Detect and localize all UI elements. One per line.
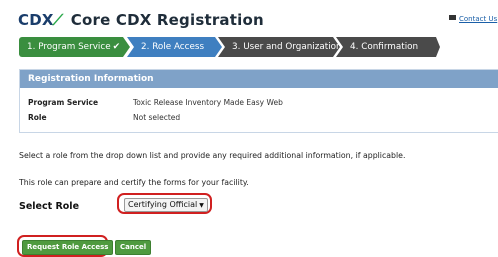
step-label: 3. User and Organization [232,42,342,52]
page-title: Core CDX Registration [70,11,264,29]
checkmark-icon: ✔ [112,42,121,52]
cancel-button[interactable]: Cancel [115,240,152,255]
step-user-organization: 3. User and Organization [218,37,340,57]
app-title: CDX⟋ Core CDX Registration [18,11,264,29]
step-program-service: 1. Program Service ✔ [19,37,130,57]
role-description: This role can prepare and certify the fo… [19,178,249,187]
request-role-access-button[interactable]: Request Role Access [22,240,114,255]
logo-swoosh-icon: ⟋ [52,11,64,29]
program-service-label: Program Service [28,98,99,107]
envelope-icon [449,15,456,20]
step-role-access: 2. Role Access [127,37,222,57]
step-confirmation: 4. Confirmation [336,37,440,57]
step-label: 4. Confirmation [350,42,419,52]
role-select[interactable]: Certifying Official ▼ [124,198,208,212]
registration-info-panel: Registration Information Program Service… [19,69,498,133]
dropdown-caret-icon: ▼ [199,202,204,209]
select-role-label: Select Role [19,201,80,212]
cdx-logo: CDX [18,11,54,29]
program-service-value: Toxic Release Inventory Made Easy Web [133,98,283,107]
instructions-text: Select a role from the drop down list an… [19,151,406,160]
step-label: 2. Role Access [141,42,205,52]
role-value: Not selected [133,113,181,122]
step-label: 1. Program Service [27,42,111,52]
panel-heading: Registration Information [20,70,498,88]
contact-us-link[interactable]: Contact Us [459,15,497,23]
role-label: Role [28,113,47,122]
role-select-value: Certifying Official [128,200,198,209]
